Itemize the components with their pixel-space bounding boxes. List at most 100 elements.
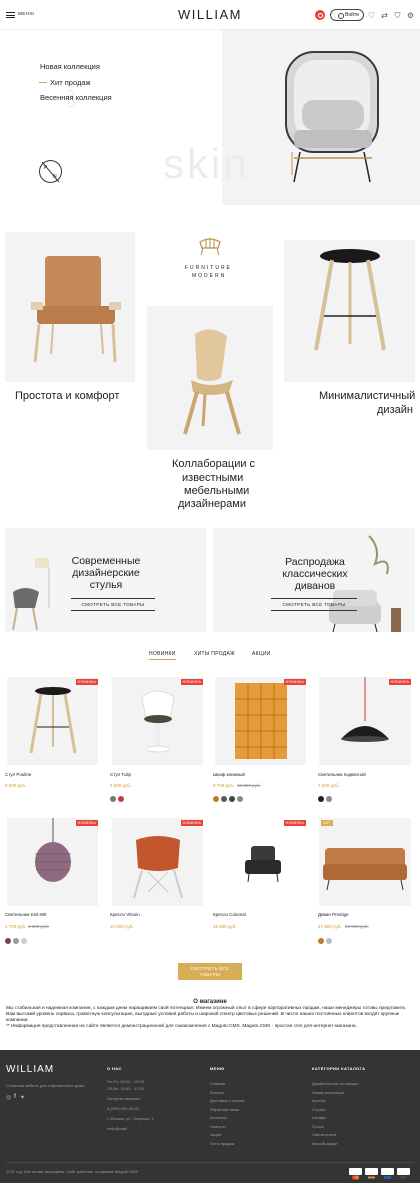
stool-product-illustration xyxy=(29,687,77,754)
product-badge: НОВИНКА xyxy=(388,679,411,685)
brand-line-1: FURNITURE xyxy=(185,265,232,271)
login-button[interactable]: Войти xyxy=(330,9,364,21)
footer-category-item[interactable]: Столы xyxy=(312,1123,359,1132)
product-name[interactable]: Светильник Knit-Wit xyxy=(5,912,46,917)
tab-sale[interactable]: АКЦИИ xyxy=(252,651,271,657)
hamburger-icon[interactable] xyxy=(6,12,15,18)
heart-icon[interactable]: ♡ xyxy=(367,11,376,20)
product-image[interactable]: НОВИНКА xyxy=(112,677,203,765)
facebook-icon[interactable]: f xyxy=(14,1094,16,1100)
product-image[interactable]: НОВИНКА xyxy=(215,677,306,765)
about-note: ** Информация представленная на сайте яв… xyxy=(6,1024,357,1029)
instagram-icon[interactable]: ◎ xyxy=(6,1094,11,1101)
footer-category-item[interactable]: Новая коллекция xyxy=(312,1089,359,1098)
feature-title-collab-2: известными xyxy=(182,472,244,484)
about-paragraph: Мы стабильная и надежная компания, с каж… xyxy=(6,1006,406,1023)
product-image[interactable]: НОВИНКА xyxy=(112,818,203,906)
payment-wallet-icon xyxy=(381,1168,394,1179)
footer-menu-item[interactable]: Главная xyxy=(210,1080,245,1089)
product-image[interactable]: ХИТ xyxy=(319,818,411,906)
footer-category-item[interactable]: Шкафы xyxy=(312,1114,359,1123)
product-badge: НОВИНКА xyxy=(283,679,306,685)
settings-icon[interactable]: ⚙ xyxy=(406,11,415,20)
footer-category-item[interactable]: Дизайнерская коллекция xyxy=(312,1080,359,1089)
color-swatch[interactable] xyxy=(118,796,124,802)
tab-hits[interactable]: ХИТЫ ПРОДАЖ xyxy=(194,651,235,657)
product-old-price: 2 100 руб. xyxy=(28,924,50,929)
footer-divider xyxy=(6,1162,414,1163)
color-swatch[interactable] xyxy=(237,796,243,802)
footer-col1: Пн-Пт: 09:00 - 19:00 Сб-Вс: 10:00 - 17:0… xyxy=(107,1078,154,1132)
product-name[interactable]: Стул Pouline xyxy=(5,772,31,777)
color-swatch[interactable] xyxy=(5,938,11,944)
product-image[interactable]: НОВИНКА xyxy=(319,677,411,765)
footer-menu-item[interactable]: Новости xyxy=(210,1123,245,1132)
product-name[interactable]: Шкаф книжный xyxy=(213,772,245,777)
footer-category-item[interactable]: Мягкий диван xyxy=(312,1140,359,1149)
color-swatch[interactable] xyxy=(110,796,116,802)
feature-title-minimal-1: Минималистичный xyxy=(319,390,416,402)
color-swatch[interactable] xyxy=(326,796,332,802)
product-image[interactable]: НОВИНКА xyxy=(215,818,306,906)
product-name[interactable]: Кресло Colomal xyxy=(213,912,246,917)
search-icon[interactable] xyxy=(315,10,325,20)
payment-visa-icon xyxy=(365,1168,378,1179)
footer-col3-title: КАТЕГОРИИ КАТАЛОГА xyxy=(312,1066,366,1071)
footer-menu-item[interactable]: Хиты продаж xyxy=(210,1140,245,1149)
product-name[interactable]: Диван Prestige xyxy=(318,912,349,917)
product-badge: ХИТ xyxy=(321,820,333,826)
banner-sofas-button[interactable]: СМОТРЕТЬ ВСЕ ТОВАРЫ xyxy=(271,598,357,611)
footer-category-item[interactable]: Светильники xyxy=(312,1131,359,1140)
footer-hours-1: Пн-Пт: 09:00 - 19:00 xyxy=(107,1079,144,1084)
banner-sofas[interactable]: Распродажа классических диванов СМОТРЕТЬ… xyxy=(213,528,415,632)
footer-phone[interactable]: 8 (000) 000-00-00 xyxy=(107,1105,154,1112)
color-swatch[interactable] xyxy=(229,796,235,802)
color-swatch[interactable] xyxy=(13,938,19,944)
hero-link-spring[interactable]: Весенняя коллекция xyxy=(40,93,112,102)
menu-label[interactable]: МЕНЮ xyxy=(18,11,35,16)
footer-menu-item[interactable]: Контакты xyxy=(210,1114,245,1123)
color-swatch[interactable] xyxy=(221,796,227,802)
footer-menu-item[interactable]: Каталог xyxy=(210,1089,245,1098)
color-swatch[interactable] xyxy=(21,938,27,944)
banner-chairs[interactable]: Современные дизайнерские стулья СМОТРЕТЬ… xyxy=(5,528,206,632)
color-swatch[interactable] xyxy=(318,796,324,802)
cart-icon[interactable]: ⛉ xyxy=(393,11,402,20)
footer-copyright: 2021 год. Все права защищены. Сайт работ… xyxy=(6,1169,139,1174)
footer-menu-item[interactable]: Акции xyxy=(210,1131,245,1140)
about-text: Мы стабильная и надежная компания, с каж… xyxy=(6,1006,414,1030)
banner-chairs-button[interactable]: СМОТРЕТЬ ВСЕ ТОВАРЫ xyxy=(71,598,155,611)
banner-chair-illustration xyxy=(12,558,50,631)
footer-logo[interactable]: WILLIAM xyxy=(6,1064,54,1075)
eames-chair-illustration xyxy=(133,836,183,899)
logo[interactable]: WILLIAM xyxy=(178,7,242,22)
product-image[interactable]: НОВИНКА xyxy=(7,677,98,765)
product-name[interactable]: Кресло Vitsoin xyxy=(110,912,140,917)
feature-image-stool xyxy=(284,240,415,382)
feature-title-collab-3: мебельными xyxy=(184,485,250,497)
tab-new[interactable]: НОВИНКИ xyxy=(149,651,176,660)
footer-address: г. Москва, ул. Тверская, 1 xyxy=(107,1116,155,1121)
banner-sofas-title-2: классических xyxy=(282,568,348,580)
brand-chair-logo-icon xyxy=(196,236,224,256)
product-name[interactable]: Светильник подвесной xyxy=(318,772,366,777)
footer-menu-item[interactable]: Обратная связь xyxy=(210,1106,245,1115)
hero-link-new[interactable]: Новая коллекция xyxy=(40,62,100,71)
footer-menu-item[interactable]: Доставка и оплата xyxy=(210,1097,245,1106)
footer-category-item[interactable]: Стулья xyxy=(312,1106,359,1115)
show-all-products-button[interactable]: СМОТРЕТЬ ВСЕ ТОВАРЫ xyxy=(178,963,242,980)
color-swatch[interactable] xyxy=(326,938,332,944)
color-swatch[interactable] xyxy=(213,796,219,802)
footer-email[interactable]: hello@mail xyxy=(107,1125,154,1132)
footer-category-item[interactable]: Кресла xyxy=(312,1097,359,1106)
compare-icon[interactable]: ⇄ xyxy=(380,11,389,20)
hero-link-hits[interactable]: Хит продаж xyxy=(39,78,91,87)
brand-line-2: MODERN xyxy=(192,273,227,279)
payment-card-icon xyxy=(397,1168,410,1179)
product-badge: НОВИНКА xyxy=(75,820,98,826)
color-swatch[interactable] xyxy=(318,938,324,944)
product-name[interactable]: Стул Tulip xyxy=(110,772,131,777)
product-badge: НОВИНКА xyxy=(180,679,203,685)
product-image[interactable]: НОВИНКА xyxy=(7,818,98,906)
twitter-icon[interactable]: ✦ xyxy=(20,1094,25,1101)
